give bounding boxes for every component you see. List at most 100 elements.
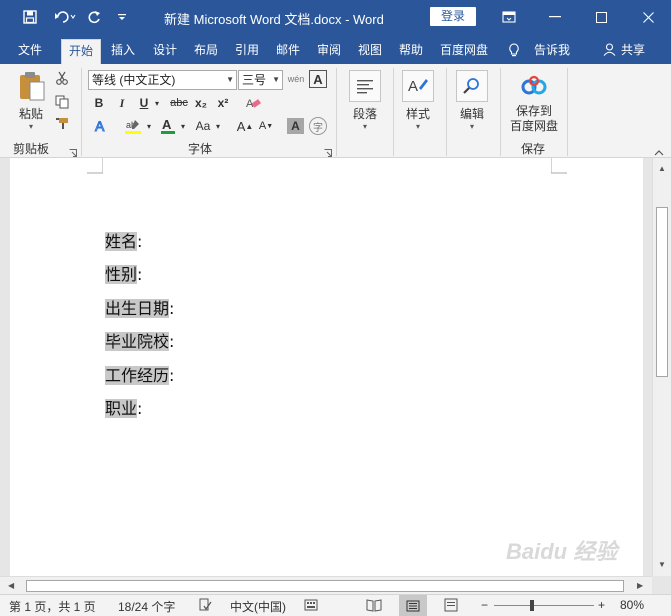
editing-button[interactable]: 编辑 ▾ bbox=[452, 70, 492, 131]
save-icon[interactable] bbox=[18, 7, 42, 27]
horizontal-scroll-thumb[interactable] bbox=[26, 580, 624, 592]
word-count[interactable]: 18/24 个字 bbox=[118, 598, 175, 615]
font-name-combo[interactable]: 等线 (中文正文) ▼ bbox=[88, 70, 237, 90]
svg-text:A: A bbox=[408, 78, 418, 95]
login-button[interactable]: 登录 bbox=[430, 7, 476, 26]
minimize-icon[interactable] bbox=[532, 0, 578, 34]
tab-view[interactable]: 视图 bbox=[351, 39, 389, 64]
macro-recording-icon[interactable] bbox=[304, 598, 318, 615]
chevron-down-icon[interactable]: ▼ bbox=[226, 71, 234, 89]
proofing-icon[interactable] bbox=[198, 598, 212, 615]
phonetic-guide-icon[interactable]: wén bbox=[287, 70, 305, 88]
page-count[interactable]: 第 1 页，共 1 页 bbox=[9, 598, 96, 615]
document-page[interactable]: 姓名: 性别: 出生日期: 毕业院校: 工作经历: 职业: Baidu 经验 bbox=[10, 158, 643, 576]
enclose-characters-icon[interactable]: 字 bbox=[309, 117, 327, 135]
strikethrough-button[interactable]: abc bbox=[168, 94, 190, 112]
tab-home[interactable]: 开始 bbox=[61, 39, 102, 64]
underline-button[interactable]: U bbox=[137, 94, 151, 112]
document-line[interactable]: 姓名: bbox=[105, 225, 142, 258]
font-size-combo[interactable]: 三号 ▼ bbox=[238, 70, 283, 90]
vertical-scrollbar[interactable]: ▲ ▼ bbox=[652, 158, 671, 576]
zoom-slider-track[interactable] bbox=[494, 605, 594, 606]
document-line[interactable]: 工作经历: bbox=[105, 359, 174, 392]
change-case-button[interactable]: Aa bbox=[192, 116, 214, 136]
paste-label: 粘贴 bbox=[18, 107, 43, 121]
window-title: 新建 Microsoft Word 文档.docx - Word bbox=[164, 12, 384, 27]
character-shading-icon[interactable]: A bbox=[287, 118, 304, 134]
zoom-level[interactable]: 80% bbox=[620, 598, 644, 612]
vertical-scroll-thumb[interactable] bbox=[656, 207, 668, 377]
tab-baidu-netdisk[interactable]: 百度网盘 bbox=[433, 39, 495, 64]
tab-file[interactable]: 文件 bbox=[11, 39, 49, 64]
paste-dropdown-icon[interactable]: ▾ bbox=[12, 122, 50, 131]
format-painter-icon[interactable] bbox=[54, 116, 70, 132]
paragraph-button[interactable]: 段落 ▾ bbox=[345, 70, 385, 131]
scroll-up-arrow-icon[interactable]: ▲ bbox=[658, 164, 666, 173]
margin-corner-mark bbox=[87, 158, 103, 174]
maximize-icon[interactable] bbox=[578, 0, 624, 34]
text-effects-icon[interactable]: A bbox=[90, 116, 112, 136]
web-layout-icon[interactable] bbox=[444, 598, 458, 615]
zoom-out-button[interactable]: − bbox=[481, 598, 488, 612]
read-mode-icon[interactable] bbox=[366, 598, 382, 615]
line-text: : bbox=[169, 332, 175, 351]
ribbon: 粘贴 ▾ 剪贴板 等线 (中文正文) ▼ 三号 ▼ wén A B I U ▾ … bbox=[0, 64, 671, 158]
superscript-button[interactable]: x² bbox=[214, 94, 232, 112]
collapse-ribbon-icon[interactable] bbox=[654, 145, 664, 159]
undo-icon[interactable] bbox=[50, 7, 80, 27]
tab-references[interactable]: 引用 bbox=[228, 39, 266, 64]
language-indicator[interactable]: 中文(中国) bbox=[230, 598, 286, 615]
italic-button[interactable]: I bbox=[114, 94, 130, 112]
paste-button[interactable]: 粘贴 ▾ bbox=[12, 70, 50, 131]
print-layout-icon[interactable] bbox=[399, 595, 427, 616]
bold-button[interactable]: B bbox=[91, 94, 107, 112]
tab-insert[interactable]: 插入 bbox=[104, 39, 142, 64]
scroll-right-arrow-icon[interactable]: ▶ bbox=[637, 581, 643, 590]
scroll-down-arrow-icon[interactable]: ▼ bbox=[658, 560, 666, 569]
styles-icon: A bbox=[402, 70, 434, 102]
tell-me-search[interactable]: 告诉我 bbox=[527, 39, 577, 64]
change-case-dropdown-icon[interactable]: ▾ bbox=[214, 116, 222, 136]
ribbon-separator bbox=[446, 68, 447, 156]
save-to-baidu-netdisk-button[interactable]: 保存到 百度网盘 bbox=[505, 70, 563, 134]
tab-design[interactable]: 设计 bbox=[146, 39, 184, 64]
customize-qat-icon[interactable] bbox=[114, 7, 130, 27]
document-line[interactable]: 职业: bbox=[105, 392, 142, 425]
copy-icon[interactable] bbox=[54, 94, 70, 110]
styles-button[interactable]: A 样式 ▾ bbox=[398, 70, 438, 131]
share-button[interactable]: 共享 bbox=[614, 39, 652, 64]
tab-help[interactable]: 帮助 bbox=[392, 39, 430, 64]
line-text: : bbox=[137, 232, 143, 251]
shrink-font-button[interactable]: A ▼ bbox=[257, 116, 275, 136]
zoom-slider-thumb[interactable] bbox=[530, 600, 534, 611]
ribbon-display-options-icon[interactable] bbox=[486, 0, 532, 34]
tab-layout[interactable]: 布局 bbox=[187, 39, 225, 64]
text-highlight-color-icon[interactable]: ab bbox=[122, 116, 144, 136]
close-icon[interactable] bbox=[625, 0, 671, 34]
line-text: : bbox=[137, 399, 143, 418]
highlighted-text: 毕业院校 bbox=[105, 332, 170, 351]
document-line[interactable]: 出生日期: bbox=[105, 292, 174, 325]
document-line[interactable]: 性别: bbox=[105, 258, 142, 291]
clipboard-group-label: 剪贴板 bbox=[13, 142, 50, 156]
tab-review[interactable]: 审阅 bbox=[310, 39, 348, 64]
subscript-button[interactable]: x₂ bbox=[192, 94, 210, 112]
redo-icon[interactable] bbox=[85, 7, 105, 27]
font-color-dropdown-icon[interactable]: ▾ bbox=[179, 116, 187, 136]
underline-dropdown-icon[interactable]: ▾ bbox=[152, 94, 162, 112]
grow-font-button[interactable]: A ▲ bbox=[236, 116, 254, 136]
chevron-down-icon[interactable]: ▼ bbox=[272, 71, 280, 89]
character-border-icon[interactable]: A bbox=[309, 70, 327, 88]
tab-mailings[interactable]: 邮件 bbox=[269, 39, 307, 64]
horizontal-scrollbar[interactable]: ◀ ▶ bbox=[0, 576, 652, 594]
font-color-icon[interactable]: A bbox=[158, 116, 178, 136]
magnifier-icon bbox=[456, 70, 488, 102]
svg-text:A: A bbox=[95, 118, 105, 134]
line-text: : bbox=[169, 299, 175, 318]
highlight-dropdown-icon[interactable]: ▾ bbox=[145, 116, 153, 136]
clear-formatting-icon[interactable]: A bbox=[243, 94, 263, 112]
cut-icon[interactable] bbox=[54, 70, 70, 86]
zoom-in-button[interactable]: + bbox=[598, 598, 605, 612]
scroll-left-arrow-icon[interactable]: ◀ bbox=[8, 581, 14, 590]
document-line[interactable]: 毕业院校: bbox=[105, 325, 174, 358]
